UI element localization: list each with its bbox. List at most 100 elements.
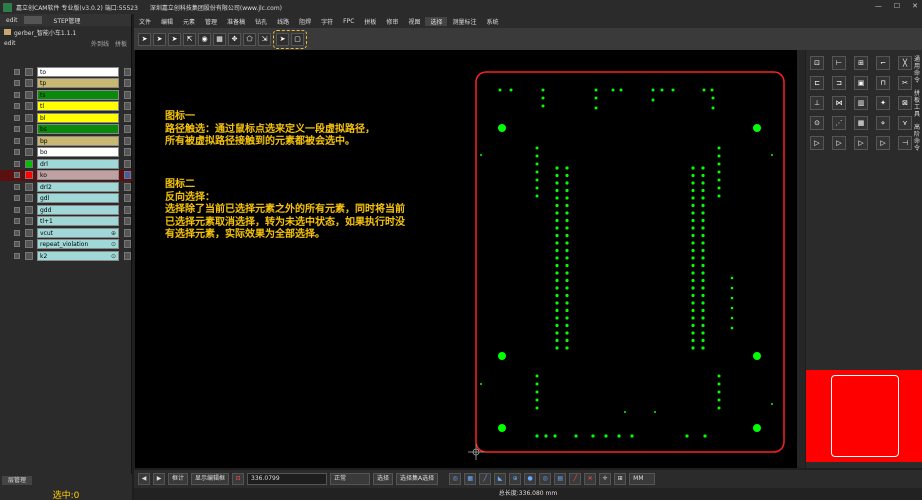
tab-layer-manager[interactable]: 层管理 [2, 476, 32, 485]
command-tool-icon[interactable]: ⊠ [898, 96, 912, 110]
layer-name[interactable]: gdl [37, 193, 119, 204]
layer-row[interactable]: bl [0, 112, 132, 124]
command-tool-icon[interactable]: ⋄ [876, 116, 890, 130]
command-tool-icon[interactable]: ⋎ [898, 116, 912, 130]
command-tool-icon[interactable]: ✦ [876, 96, 890, 110]
layer-visibility-swatch[interactable] [25, 102, 33, 111]
layer-name[interactable]: tl [37, 101, 119, 112]
command-tool-icon[interactable]: ▦ [854, 116, 868, 130]
layer-toggle-button[interactable] [124, 217, 131, 226]
polygon-select-icon[interactable]: ⬠ [243, 32, 256, 46]
layer-toggle-button[interactable] [124, 102, 131, 111]
invert-select-icon[interactable]: ▢ [291, 32, 304, 46]
pointer-icon[interactable]: ➤ [153, 32, 166, 46]
general-commands-label[interactable]: 通用命令 [914, 56, 922, 84]
layer-checkbox[interactable] [14, 252, 20, 259]
mode-select[interactable]: 框计 [168, 473, 189, 485]
command-tool-icon[interactable]: ⊐ [832, 76, 846, 90]
layer-name[interactable]: to [37, 66, 119, 77]
grid-select-icon[interactable]: ▦ [213, 32, 226, 46]
ruler-icon[interactable]: ╱ [569, 473, 582, 485]
layer-toggle-button[interactable] [124, 113, 131, 122]
menu-item[interactable]: 视图 [403, 17, 425, 26]
layer-name[interactable]: ts [37, 89, 119, 100]
layer-checkbox[interactable] [14, 80, 20, 87]
layer-row[interactable]: tl [0, 101, 132, 113]
layer-toggle-button[interactable] [124, 148, 131, 157]
layer-visibility-swatch[interactable] [25, 159, 33, 168]
layer-name[interactable]: drl2 [37, 181, 119, 192]
layer-row[interactable]: bo [0, 147, 132, 159]
layer-toggle-button[interactable] [124, 171, 131, 180]
layer-visibility-swatch[interactable] [25, 113, 33, 122]
layer-toggle-button[interactable] [124, 205, 131, 214]
layer-checkbox[interactable] [14, 126, 20, 133]
layer-checkbox[interactable] [14, 218, 20, 225]
layer-checkbox[interactable] [14, 195, 20, 202]
command-tool-icon[interactable]: ⊓ [876, 76, 890, 90]
layer-row[interactable]: k2 ⊙ [0, 250, 132, 262]
command-tool-icon[interactable]: ✂ [898, 76, 912, 90]
menu-item[interactable]: 阻焊 [294, 17, 316, 26]
snap-icon[interactable]: ◎ [449, 473, 462, 485]
layer-icon[interactable]: ▤ [554, 473, 567, 485]
command-tool-icon[interactable]: ⊏ [810, 76, 824, 90]
layer-row[interactable]: to [0, 66, 132, 78]
layer-visibility-swatch[interactable] [25, 79, 33, 88]
command-tool-icon[interactable]: ▷ [810, 136, 824, 150]
layer-toggle-button[interactable] [124, 67, 131, 76]
menu-item[interactable]: 准备稿 [222, 17, 250, 26]
edge-icon[interactable]: ◣ [494, 473, 507, 485]
layer-row[interactable]: gdd [0, 204, 132, 216]
layer-name[interactable]: repeat_violation ⊙ [37, 239, 119, 250]
layer-name[interactable]: bs [37, 124, 119, 135]
layer-checkbox[interactable] [14, 229, 20, 236]
menu-item[interactable]: 管理 [200, 17, 222, 26]
layer-name[interactable]: ko [37, 170, 119, 181]
circle-icon[interactable]: ● [524, 473, 537, 485]
command-tool-icon[interactable]: ⊙ [810, 116, 824, 130]
zoom-icon[interactable]: ⊞ [614, 473, 627, 485]
show-ref-button[interactable]: 显示编辑框 [191, 473, 230, 485]
menu-item[interactable]: 钻孔 [250, 17, 272, 26]
layer-toggle-button[interactable] [124, 251, 131, 260]
panel-splitter[interactable] [797, 50, 805, 468]
prev-arrow-icon[interactable]: ◀ [138, 473, 150, 485]
layer-name[interactable]: bl [37, 112, 119, 123]
command-tool-icon[interactable]: ╳ [898, 56, 912, 70]
outline-option[interactable]: 外到线 [91, 39, 109, 48]
command-tool-icon[interactable]: ⊥ [810, 96, 824, 110]
layer-checkbox[interactable] [14, 149, 20, 156]
layer-name[interactable]: bo [37, 147, 119, 158]
menu-item[interactable]: 测量标注 [447, 17, 481, 26]
circle-select-icon[interactable]: ◉ [198, 32, 211, 46]
select-button[interactable]: 选择 [373, 473, 394, 485]
layer-checkbox[interactable] [14, 160, 20, 167]
menu-item[interactable]: 拼板 [359, 17, 381, 26]
layer-checkbox[interactable] [14, 183, 20, 190]
layer-visibility-swatch[interactable] [25, 251, 33, 260]
unit-select[interactable]: MM [629, 473, 656, 485]
tab-edit[interactable]: edit [0, 17, 24, 24]
layer-visibility-swatch[interactable] [25, 182, 33, 191]
layer-checkbox[interactable] [14, 241, 20, 248]
command-tool-icon[interactable]: ⊣ [898, 136, 912, 150]
layer-visibility-swatch[interactable] [25, 125, 33, 134]
menu-item[interactable]: 编辑 [156, 17, 178, 26]
layer-visibility-swatch[interactable] [25, 136, 33, 145]
maximize-button[interactable]: ☐ [894, 2, 900, 10]
menu-item[interactable]: 线路 [272, 17, 294, 26]
layer-toggle-button[interactable] [124, 79, 131, 88]
command-tool-icon[interactable]: ▷ [854, 136, 868, 150]
pointer-box-icon[interactable]: ⇱ [183, 32, 196, 46]
cursor-box-icon[interactable]: ⇲ [258, 32, 271, 46]
layer-checkbox[interactable] [14, 114, 20, 121]
layer-row[interactable]: drl2 [0, 181, 132, 193]
layer-checkbox[interactable] [14, 172, 20, 179]
project-row[interactable]: gerber_智能小车1.1.1 [0, 26, 131, 38]
layer-visibility-swatch[interactable] [25, 228, 33, 237]
pcb-canvas[interactable]: 图标一 路径触选：通过鼠标点选来定义一段虚拟路径， 所有被虚拟路径接触到的元素都… [135, 50, 797, 468]
move-icon[interactable]: ✥ [228, 32, 241, 46]
layer-visibility-swatch[interactable] [25, 148, 33, 157]
layer-checkbox[interactable] [14, 68, 20, 75]
